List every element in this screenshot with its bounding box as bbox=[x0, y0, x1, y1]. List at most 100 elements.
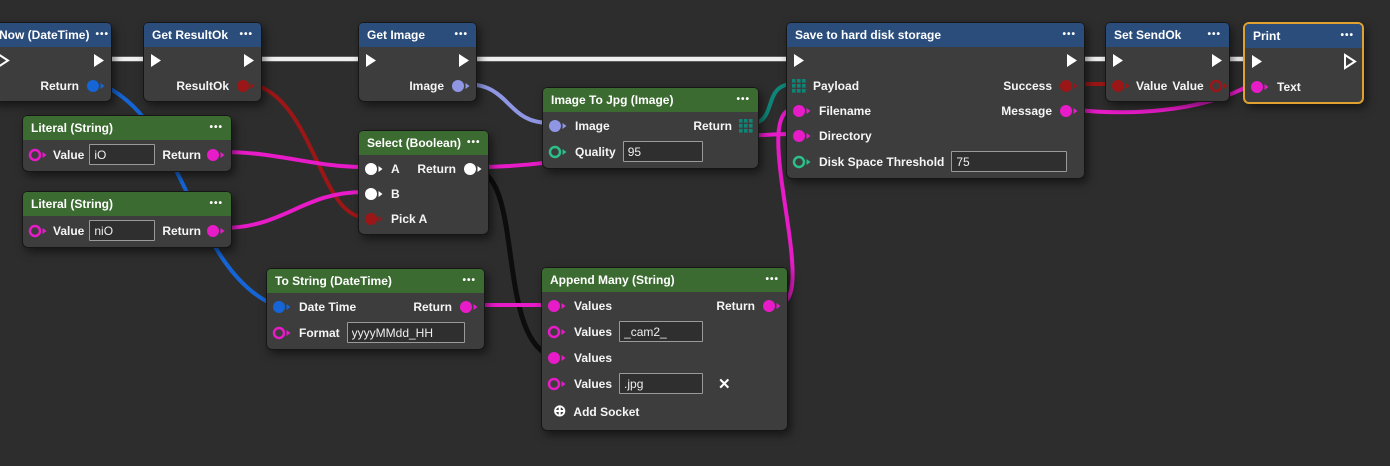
input-label-value: Value bbox=[53, 224, 84, 238]
node-select-boolean: Select (Boolean) ••• A Return B Pick A bbox=[358, 130, 489, 235]
exec-out-pin[interactable] bbox=[92, 52, 106, 69]
socket-filename[interactable] bbox=[792, 104, 812, 118]
node-header[interactable]: To String (DateTime) ••• bbox=[267, 269, 484, 293]
exec-in-pin[interactable] bbox=[792, 52, 806, 69]
socket-return[interactable] bbox=[762, 299, 782, 313]
socket-message[interactable] bbox=[1059, 104, 1079, 118]
socket-a[interactable] bbox=[364, 162, 384, 176]
socket-return[interactable] bbox=[463, 162, 483, 176]
socket-directory[interactable] bbox=[792, 129, 812, 143]
socket-values-1[interactable] bbox=[547, 299, 567, 313]
node-header[interactable]: Append Many (String) ••• bbox=[542, 268, 787, 292]
exec-out-pin[interactable] bbox=[1065, 52, 1079, 69]
menu-icon[interactable]: ••• bbox=[456, 276, 476, 286]
node-title: Literal (String) bbox=[31, 121, 113, 135]
output-label-return: Return bbox=[40, 79, 79, 93]
menu-icon[interactable]: ••• bbox=[203, 199, 223, 209]
threshold-input[interactable] bbox=[951, 151, 1067, 172]
node-header[interactable]: Image To Jpg (Image) ••• bbox=[543, 88, 758, 112]
value-input[interactable] bbox=[89, 144, 155, 165]
menu-icon[interactable]: ••• bbox=[1334, 31, 1354, 41]
node-header[interactable]: Literal (String) ••• bbox=[23, 116, 231, 140]
exec-in-pin[interactable] bbox=[1111, 52, 1125, 69]
values-2-input[interactable] bbox=[619, 321, 703, 342]
node-header[interactable]: Select (Boolean) ••• bbox=[359, 131, 488, 155]
node-title: Save to hard disk storage bbox=[795, 28, 941, 42]
socket-value-out[interactable] bbox=[1209, 79, 1229, 93]
node-header[interactable]: Get Image ••• bbox=[359, 23, 476, 47]
node-title: Select (Boolean) bbox=[367, 136, 461, 150]
socket-values-2[interactable] bbox=[547, 325, 567, 339]
node-header[interactable]: Literal (String) ••• bbox=[23, 192, 231, 216]
exec-in-pin[interactable] bbox=[149, 52, 163, 69]
socket-success[interactable] bbox=[1059, 79, 1079, 93]
output-label-return: Return bbox=[162, 224, 201, 238]
exec-in-pin[interactable] bbox=[1250, 53, 1264, 70]
output-label-return: Return bbox=[162, 148, 201, 162]
socket-pick-a[interactable] bbox=[364, 212, 384, 226]
wire-resultok-picka[interactable] bbox=[250, 84, 364, 217]
remove-socket-icon[interactable]: ✕ bbox=[718, 375, 731, 393]
socket-return[interactable] bbox=[206, 224, 226, 238]
exec-out-pin[interactable] bbox=[1210, 52, 1224, 69]
wire-literala-selecta[interactable] bbox=[222, 152, 364, 167]
node-title: Get Image bbox=[367, 28, 425, 42]
node-append-many: Append Many (String) ••• Values Return V… bbox=[541, 267, 788, 431]
socket-return[interactable] bbox=[459, 300, 479, 314]
output-label-success: Success bbox=[1003, 79, 1052, 93]
menu-icon[interactable]: ••• bbox=[203, 123, 223, 133]
wire-literalb-selectb[interactable] bbox=[222, 192, 364, 228]
menu-icon[interactable]: ••• bbox=[759, 275, 779, 285]
menu-icon[interactable]: ••• bbox=[461, 138, 481, 148]
menu-icon[interactable]: ••• bbox=[1201, 30, 1221, 40]
socket-return[interactable] bbox=[206, 148, 226, 162]
menu-icon[interactable]: ••• bbox=[730, 95, 750, 105]
socket-payload-bytes-grid[interactable] bbox=[792, 79, 806, 93]
exec-out-pin[interactable] bbox=[242, 52, 256, 69]
socket-text[interactable] bbox=[1250, 80, 1270, 94]
quality-input[interactable] bbox=[623, 141, 703, 162]
input-label-value: Value bbox=[53, 148, 84, 162]
add-socket-icon[interactable]: ⊕ bbox=[553, 404, 566, 420]
value-input[interactable] bbox=[89, 220, 155, 241]
node-header[interactable]: Save to hard disk storage ••• bbox=[787, 23, 1084, 47]
socket-image[interactable] bbox=[451, 79, 471, 93]
values-4-input[interactable] bbox=[619, 373, 703, 394]
exec-in-pin[interactable] bbox=[364, 52, 378, 69]
menu-icon[interactable]: ••• bbox=[448, 30, 468, 40]
socket-format[interactable] bbox=[272, 326, 292, 340]
socket-return-bytes-grid[interactable] bbox=[739, 119, 753, 133]
exec-out-pin[interactable] bbox=[1343, 53, 1357, 70]
socket-quality[interactable] bbox=[548, 145, 568, 159]
socket-b[interactable] bbox=[364, 187, 384, 201]
socket-value[interactable] bbox=[28, 224, 48, 238]
output-label-resultok: ResultOk bbox=[176, 79, 229, 93]
format-input[interactable] bbox=[347, 322, 465, 343]
exec-in-pin[interactable] bbox=[0, 52, 10, 69]
socket-values-3[interactable] bbox=[547, 351, 567, 365]
add-socket-label[interactable]: Add Socket bbox=[573, 405, 639, 419]
input-label-values-3: Values bbox=[574, 351, 612, 365]
node-header[interactable]: Get ResultOk ••• bbox=[144, 23, 261, 47]
node-set-sendok: Set SendOk ••• Value Value bbox=[1105, 22, 1230, 102]
node-header[interactable]: Set SendOk ••• bbox=[1106, 23, 1229, 47]
node-title: Image To Jpg (Image) bbox=[551, 93, 673, 107]
input-label-format: Format bbox=[299, 326, 340, 340]
socket-value-in[interactable] bbox=[1111, 79, 1131, 93]
menu-icon[interactable]: ••• bbox=[89, 30, 109, 40]
socket-value[interactable] bbox=[28, 148, 48, 162]
menu-icon[interactable]: ••• bbox=[233, 30, 253, 40]
socket-return-datetime[interactable] bbox=[86, 79, 106, 93]
socket-image-input[interactable] bbox=[548, 119, 568, 133]
node-graph-canvas[interactable]: Now (DateTime) ••• Return Get ResultOk •… bbox=[0, 0, 1390, 466]
node-header[interactable]: Print ••• bbox=[1245, 24, 1362, 48]
socket-values-4[interactable] bbox=[547, 377, 567, 391]
node-get-image: Get Image ••• Image bbox=[358, 22, 477, 102]
wire-getimage-image-tojpg[interactable] bbox=[465, 84, 550, 123]
exec-out-pin[interactable] bbox=[457, 52, 471, 69]
socket-date-time[interactable] bbox=[272, 300, 292, 314]
socket-resultok[interactable] bbox=[236, 79, 256, 93]
menu-icon[interactable]: ••• bbox=[1056, 30, 1076, 40]
socket-disk-space-threshold[interactable] bbox=[792, 155, 812, 169]
node-header[interactable]: Now (DateTime) ••• bbox=[0, 23, 111, 47]
